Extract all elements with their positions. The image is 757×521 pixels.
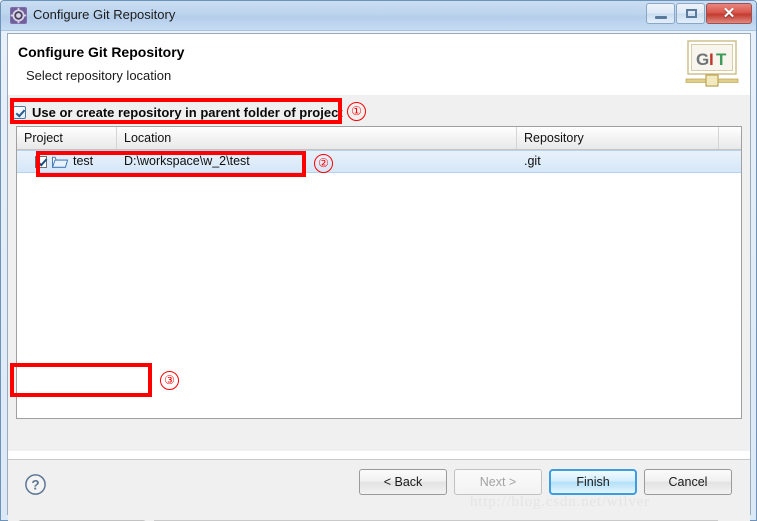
close-button[interactable]: ✕ <box>706 3 752 24</box>
column-header-location[interactable]: Location <box>117 127 517 149</box>
parent-folder-checkbox[interactable] <box>13 105 26 119</box>
svg-text:G: G <box>696 50 709 69</box>
cancel-button[interactable]: Cancel <box>644 469 732 495</box>
column-header-repository[interactable]: Repository <box>517 127 719 149</box>
close-icon: ✕ <box>722 5 736 22</box>
table-header-row: Project Location Repository <box>17 127 741 150</box>
wizard-body: Use or create repository in parent folde… <box>8 95 750 521</box>
table-row[interactable]: test D:\workspace\w_2\test .git <box>17 150 741 173</box>
page-title: Configure Git Repository <box>18 44 185 60</box>
cell-project-text: test <box>73 154 94 168</box>
dialog-footer: ? < Back Next > Finish Cancel <box>8 459 750 515</box>
next-button[interactable]: Next > <box>454 469 542 495</box>
dialog-window: Configure Git Repository ✕ Configure Git… <box>0 0 757 521</box>
cell-repository[interactable]: .git <box>517 151 726 172</box>
help-question-icon[interactable]: ? <box>24 473 47 496</box>
page-subtitle: Select repository location <box>26 68 172 83</box>
back-button[interactable]: < Back <box>359 469 447 495</box>
finish-button[interactable]: Finish <box>549 469 637 495</box>
title-bar: Configure Git Repository ✕ <box>1 1 756 31</box>
row-checkbox[interactable] <box>35 155 47 168</box>
git-config-gear-icon <box>10 7 27 24</box>
column-header-project[interactable]: Project <box>17 127 117 149</box>
parent-folder-checkbox-label: Use or create repository in parent folde… <box>32 104 343 120</box>
cell-location[interactable]: D:\workspace\w_2\test <box>117 151 524 172</box>
parent-folder-checkbox-row[interactable]: Use or create repository in parent folde… <box>13 101 343 123</box>
wizard-header: Configure Git Repository Select reposito… <box>8 34 750 96</box>
svg-text:T: T <box>716 50 727 69</box>
git-logo-icon: G I T <box>685 40 739 87</box>
screenshot-root: Configure Git Repository ✕ Configure Git… <box>0 0 757 521</box>
dialog-client-area: Configure Git Repository Select reposito… <box>7 33 751 521</box>
window-title: Configure Git Repository <box>33 7 176 22</box>
projects-table: Project Location Repository test D:\work… <box>16 126 742 419</box>
window-controls: ✕ <box>646 3 752 24</box>
maximize-button[interactable] <box>676 3 705 24</box>
column-header-spacer <box>719 127 741 149</box>
folder-icon <box>52 156 68 168</box>
maximize-icon <box>686 9 697 18</box>
minimize-icon <box>655 16 667 19</box>
svg-text:?: ? <box>31 477 39 492</box>
svg-text:I: I <box>709 50 714 69</box>
minimize-button[interactable] <box>646 3 675 24</box>
